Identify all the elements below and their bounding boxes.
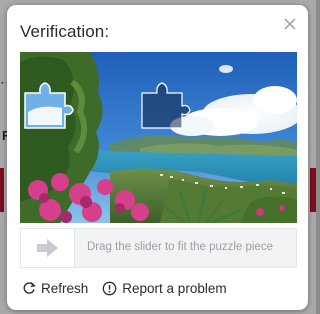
puzzle-image [20,52,297,223]
slider-handle[interactable] [21,229,75,267]
refresh-label: Refresh [41,280,89,296]
slider-hint: Drag the slider to fit the puzzle piece [87,241,274,253]
refresh-button[interactable]: Refresh [22,281,88,296]
modal-footer: Refresh Report a problem [22,279,227,297]
report-label: Report a problem [122,280,227,296]
background-red-block-right [310,168,316,212]
report-problem-button[interactable]: Report a problem [102,280,227,296]
slider-track[interactable]: Drag the slider to fit the puzzle piece [20,228,297,268]
background-red-block-left [0,168,4,212]
verification-modal: Verification: Drag the slider to fit the… [7,5,308,310]
info-icon [102,281,117,295]
arrow-right-icon [37,239,58,257]
background-dot: · [1,78,5,89]
refresh-icon [23,282,36,294]
close-icon[interactable] [281,15,299,33]
modal-title: Verification: [20,22,110,41]
